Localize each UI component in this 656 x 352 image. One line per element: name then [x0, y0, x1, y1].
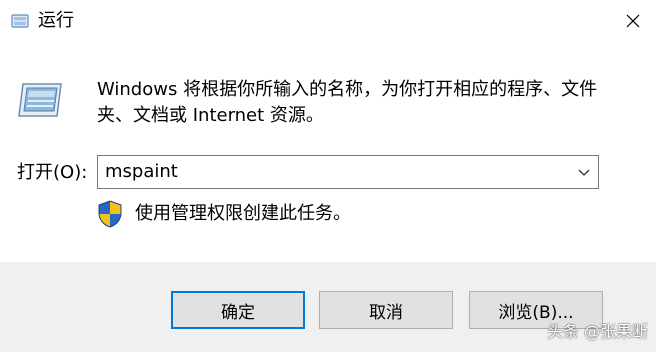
open-input[interactable]: mspaint — [105, 161, 178, 183]
ok-button[interactable]: 确定 — [171, 291, 305, 329]
cancel-button[interactable]: 取消 — [319, 291, 453, 329]
run-icon — [11, 14, 29, 28]
watermark: 头条 @张果断 — [546, 322, 648, 341]
admin-note: 使用管理权限创建此任务。 — [135, 203, 351, 224]
window-title: 运行 — [38, 10, 74, 31]
close-button[interactable] — [610, 0, 656, 42]
uac-shield-icon — [98, 200, 122, 228]
open-combobox[interactable]: mspaint — [97, 155, 599, 189]
chevron-down-icon[interactable] — [576, 164, 592, 180]
title-bar[interactable]: 运行 — [0, 0, 656, 42]
run-app-icon — [18, 83, 62, 117]
close-icon — [626, 14, 640, 28]
open-label: 打开(O): — [17, 162, 88, 183]
dialog-description: Windows 将根据你所输入的名称，为你打开相应的程序、文件夹、文档或 Int… — [97, 79, 598, 126]
run-dialog: 运行 Windows 将根据你所输入的名称，为你打开相应的程序、文件夹、文档或 … — [0, 0, 656, 352]
